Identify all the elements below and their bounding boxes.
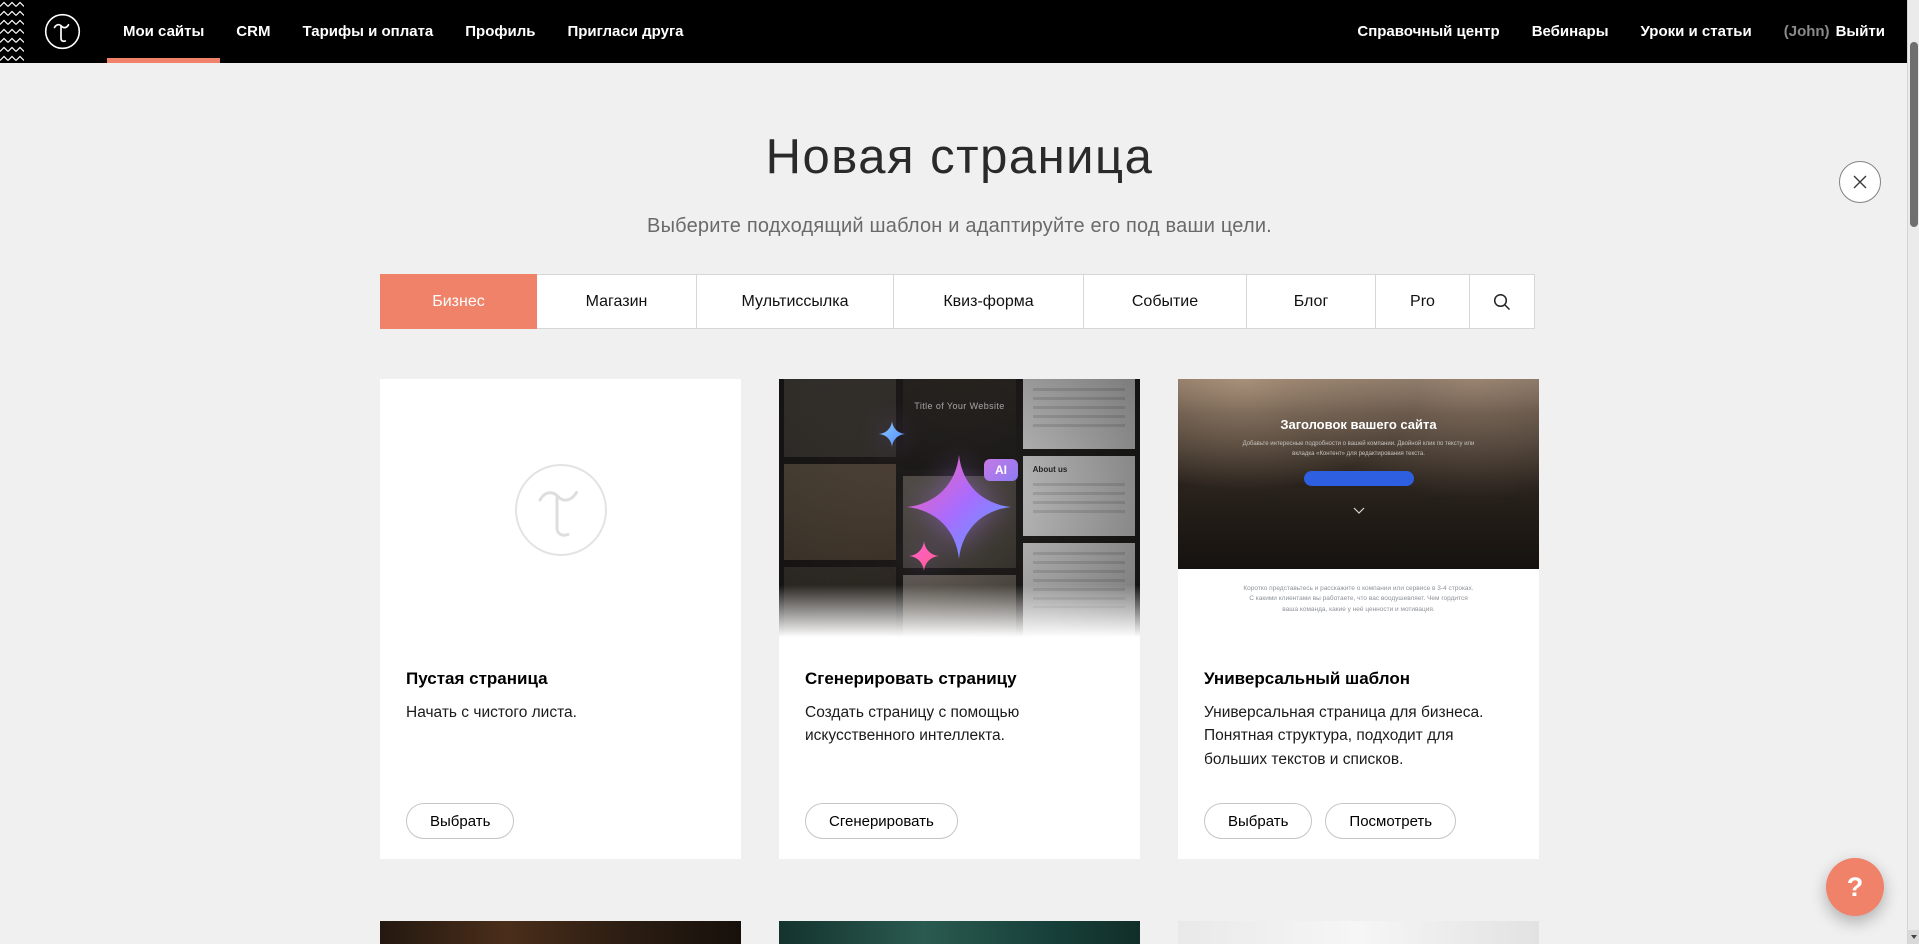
scrollbar-down-arrow[interactable]	[1908, 930, 1919, 944]
card-title: Сгенерировать страницу	[805, 669, 1114, 689]
tab-event[interactable]: Событие	[1084, 274, 1247, 329]
choose-universal-button[interactable]: Выбрать	[1204, 803, 1312, 839]
template-card-ai-generate: Title of Your Website About us	[779, 379, 1140, 859]
nav-item-webinars[interactable]: Вебинары	[1516, 0, 1625, 63]
card-title: Универсальный шаблон	[1204, 669, 1513, 689]
preview-cta-button	[1304, 471, 1414, 486]
zigzag-pattern-icon	[0, 0, 24, 63]
preview-hero-text: Добавьте интересные подробности о вашей …	[1233, 440, 1485, 459]
user-box: (John) Выйти	[1768, 23, 1885, 40]
user-name: (John)	[1784, 23, 1830, 40]
page-subtitle: Выберите подходящий шаблон и адаптируйте…	[380, 215, 1539, 238]
card-description: Начать с чистого листа.	[406, 701, 706, 724]
nav-item-lessons[interactable]: Уроки и статьи	[1625, 0, 1768, 63]
generate-button[interactable]: Сгенерировать	[805, 803, 958, 839]
page-title: Новая страница	[380, 129, 1539, 185]
tab-quiz-form[interactable]: Квиз-форма	[894, 274, 1084, 329]
card-title: Пустая страница	[406, 669, 715, 689]
universal-template-preview: Заголовок вашего сайта Добавьте интересн…	[1178, 379, 1539, 640]
logout-link[interactable]: Выйти	[1836, 23, 1885, 40]
close-button[interactable]	[1839, 161, 1881, 203]
nav-item-crm[interactable]: CRM	[220, 0, 286, 63]
preview-universal-button[interactable]: Посмотреть	[1325, 803, 1456, 839]
template-category-tabs: Бизнес Магазин Мультиссылка Квиз-форма С…	[380, 274, 1539, 329]
help-chat-button[interactable]: ?	[1826, 858, 1884, 916]
top-nav: Мои сайты CRM Тарифы и оплата Профиль Пр…	[0, 0, 1919, 63]
card-description: Создать страницу с помощью искусственног…	[805, 701, 1105, 748]
main-content: Новая страница Выберите подходящий шабло…	[0, 63, 1919, 944]
close-icon	[1852, 174, 1868, 190]
preview-hero-section: Заголовок вашего сайта Добавьте интересн…	[1178, 379, 1539, 569]
template-card-partial-2[interactable]	[779, 921, 1140, 944]
blank-page-preview	[380, 379, 741, 640]
nav-item-tariffs[interactable]: Тарифы и оплата	[286, 0, 449, 63]
card-description: Универсальная страница для бизнеса. Поня…	[1204, 701, 1504, 771]
template-card-partial-1[interactable]	[380, 921, 741, 944]
tab-blog[interactable]: Блог	[1247, 274, 1376, 329]
ai-badge: AI	[984, 459, 1018, 481]
tab-pro[interactable]: Pro	[1376, 274, 1470, 329]
template-cards-row-1: Пустая страница Начать с чистого листа. …	[380, 379, 1539, 859]
ai-generate-preview: Title of Your Website About us	[779, 379, 1140, 640]
template-cards-row-2	[380, 921, 1539, 944]
chevron-down-icon	[1353, 501, 1365, 519]
template-card-partial-3[interactable]	[1178, 921, 1539, 944]
nav-item-help-center[interactable]: Справочный центр	[1341, 0, 1515, 63]
preview-body-text: Коротко представьтесь и расскажите о ком…	[1243, 584, 1475, 615]
tab-business[interactable]: Бизнес	[380, 274, 537, 329]
template-card-universal: Заголовок вашего сайта Добавьте интересн…	[1178, 379, 1539, 859]
preview-body-section: Коротко представьтесь и расскажите о ком…	[1178, 569, 1539, 640]
tab-multilink[interactable]: Мультиссылка	[697, 274, 894, 329]
nav-item-profile[interactable]: Профиль	[449, 0, 551, 63]
preview-bottom-fade	[779, 585, 1140, 640]
template-card-blank: Пустая страница Начать с чистого листа. …	[380, 379, 741, 859]
choose-blank-button[interactable]: Выбрать	[406, 803, 514, 839]
secondary-menu: Справочный центр Вебинары Уроки и статьи…	[1341, 0, 1885, 63]
search-icon	[1493, 293, 1511, 311]
tilda-logo[interactable]	[44, 13, 81, 50]
tilda-logo-watermark-icon	[512, 461, 610, 559]
main-menu: Мои сайты CRM Тарифы и оплата Профиль Пр…	[107, 0, 700, 63]
tab-search[interactable]	[1470, 274, 1535, 329]
nav-item-my-sites[interactable]: Мои сайты	[107, 0, 220, 63]
nav-item-invite-friend[interactable]: Пригласи друга	[551, 0, 699, 63]
preview-hero-title: Заголовок вашего сайта	[1178, 379, 1539, 432]
page-scrollbar[interactable]	[1907, 0, 1919, 944]
tab-shop[interactable]: Магазин	[537, 274, 697, 329]
scrollbar-thumb[interactable]	[1910, 42, 1918, 227]
